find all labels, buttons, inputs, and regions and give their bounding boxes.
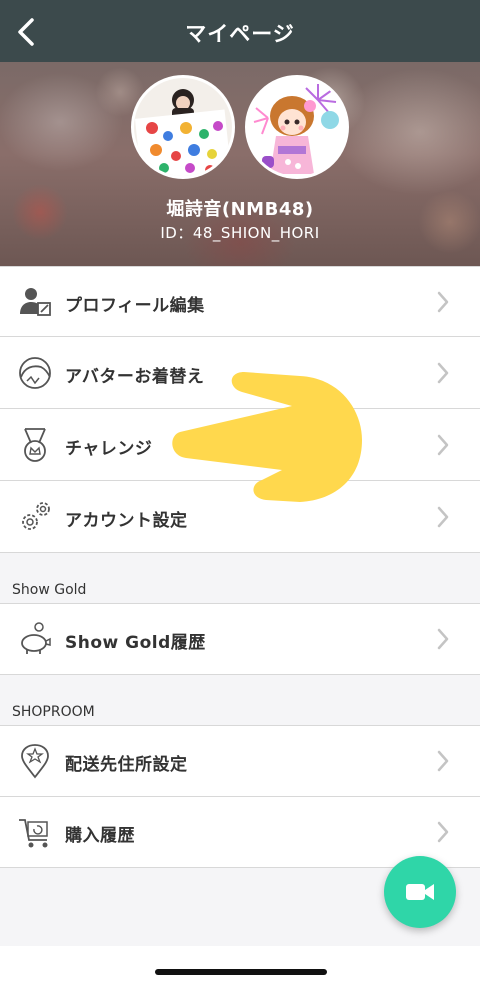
- profile-photo-image: [134, 78, 232, 176]
- section-header-show-gold: Show Gold: [0, 553, 480, 604]
- menu-show-gold-history[interactable]: Show Gold履歴: [0, 604, 480, 675]
- location-pin-icon: [21, 744, 49, 779]
- chevron-right-icon: [437, 628, 449, 650]
- chevron-right-icon: [437, 291, 449, 313]
- menu-challenge[interactable]: チャレンジ: [0, 410, 480, 481]
- menu-label: プロフィール編集: [65, 296, 205, 316]
- start-broadcast-button[interactable]: [384, 856, 456, 928]
- menu-label: アカウント設定: [65, 511, 188, 531]
- section-label: SHOPROOM: [12, 704, 95, 720]
- menu-profile-edit[interactable]: プロフィール編集: [0, 266, 480, 337]
- menu-shipping-address[interactable]: 配送先住所設定: [0, 726, 480, 797]
- menu-label: Show Gold履歴: [65, 633, 206, 653]
- chevron-right-icon: [437, 434, 449, 456]
- chevron-right-icon: [437, 506, 449, 528]
- piggy-bank-icon: [21, 622, 51, 654]
- menu-account-settings[interactable]: アカウント設定: [0, 482, 480, 553]
- section-header-shoproom: SHOPROOM: [0, 675, 480, 726]
- page-title: マイページ: [185, 22, 295, 46]
- avatar-character[interactable]: [245, 75, 349, 179]
- chevron-right-icon: [437, 821, 449, 843]
- cart-icon: [19, 819, 48, 848]
- user-id: ID：48_SHION_HORI: [160, 224, 320, 242]
- menu-label: 配送先住所設定: [65, 755, 188, 775]
- navbar: マイページ: [0, 0, 480, 62]
- profile-photo[interactable]: [131, 75, 235, 179]
- menu-label: チャレンジ: [65, 439, 153, 459]
- home-indicator[interactable]: [155, 969, 327, 975]
- video-camera-icon: [406, 884, 434, 900]
- chevron-right-icon: [437, 750, 449, 772]
- menu-label: 購入履歴: [65, 826, 135, 846]
- profile-edit-icon: [20, 288, 51, 316]
- menu-label: アバターお着替え: [65, 367, 205, 387]
- section-label: Show Gold: [12, 582, 87, 598]
- profile-header: 堀詩音(NMB48) ID：48_SHION_HORI: [0, 62, 480, 266]
- menu-avatar[interactable]: アバターお着替え: [0, 338, 480, 409]
- chevron-right-icon: [437, 362, 449, 384]
- avatar-character-image: [248, 78, 346, 176]
- avatar-icon: [19, 357, 51, 389]
- gears-icon: [22, 502, 50, 530]
- user-name: 堀詩音(NMB48): [166, 199, 314, 220]
- medal-icon: [24, 428, 46, 462]
